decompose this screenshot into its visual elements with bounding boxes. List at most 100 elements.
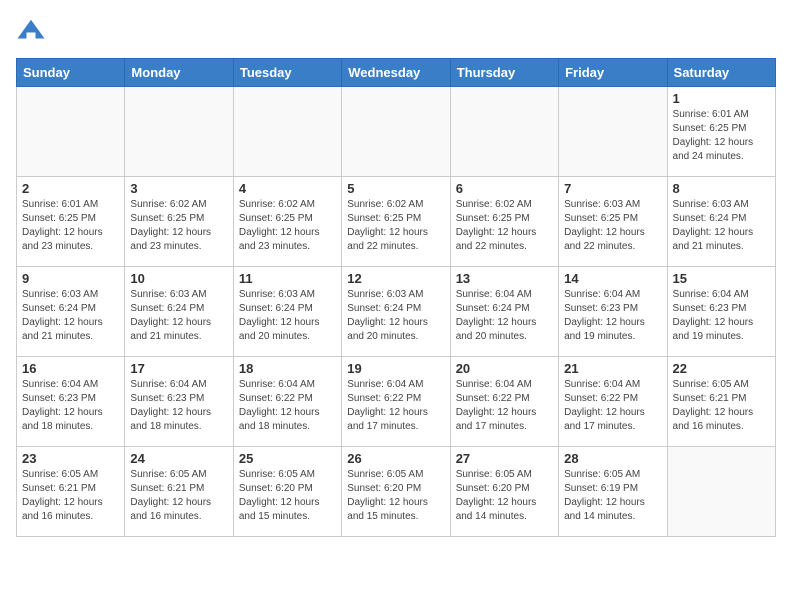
calendar-cell	[559, 87, 667, 177]
day-info: Sunrise: 6:04 AM Sunset: 6:23 PM Dayligh…	[673, 288, 770, 344]
day-info: Sunrise: 6:04 AM Sunset: 6:23 PM Dayligh…	[22, 378, 119, 434]
day-info: Sunrise: 6:03 AM Sunset: 6:24 PM Dayligh…	[22, 288, 119, 344]
calendar-cell: 9 Sunrise: 6:03 AM Sunset: 6:24 PM Daylig…	[17, 267, 125, 357]
calendar-header-friday: Friday	[559, 59, 667, 87]
calendar-cell	[233, 87, 341, 177]
day-number: 16	[22, 361, 119, 376]
day-info: Sunrise: 6:04 AM Sunset: 6:23 PM Dayligh…	[130, 378, 227, 434]
day-info: Sunrise: 6:05 AM Sunset: 6:21 PM Dayligh…	[673, 378, 770, 434]
calendar-header-tuesday: Tuesday	[233, 59, 341, 87]
day-info: Sunrise: 6:03 AM Sunset: 6:24 PM Dayligh…	[673, 198, 770, 254]
calendar-week-3: 9 Sunrise: 6:03 AM Sunset: 6:24 PM Daylig…	[17, 267, 776, 357]
day-info: Sunrise: 6:02 AM Sunset: 6:25 PM Dayligh…	[239, 198, 336, 254]
day-info: Sunrise: 6:04 AM Sunset: 6:22 PM Dayligh…	[564, 378, 661, 434]
calendar-cell: 20 Sunrise: 6:04 AM Sunset: 6:22 PM Dayli…	[450, 357, 558, 447]
logo	[16, 16, 50, 46]
day-number: 23	[22, 451, 119, 466]
day-number: 8	[673, 181, 770, 196]
calendar-header-sunday: Sunday	[17, 59, 125, 87]
calendar-cell	[450, 87, 558, 177]
day-number: 12	[347, 271, 444, 286]
calendar-cell: 23 Sunrise: 6:05 AM Sunset: 6:21 PM Dayli…	[17, 447, 125, 537]
day-info: Sunrise: 6:05 AM Sunset: 6:21 PM Dayligh…	[22, 468, 119, 524]
calendar-cell: 12 Sunrise: 6:03 AM Sunset: 6:24 PM Dayli…	[342, 267, 450, 357]
calendar-week-5: 23 Sunrise: 6:05 AM Sunset: 6:21 PM Dayli…	[17, 447, 776, 537]
day-number: 4	[239, 181, 336, 196]
calendar-cell: 22 Sunrise: 6:05 AM Sunset: 6:21 PM Dayli…	[667, 357, 775, 447]
calendar-header-saturday: Saturday	[667, 59, 775, 87]
page-header	[16, 16, 776, 46]
day-info: Sunrise: 6:05 AM Sunset: 6:21 PM Dayligh…	[130, 468, 227, 524]
logo-icon	[16, 16, 46, 46]
calendar: SundayMondayTuesdayWednesdayThursdayFrid…	[16, 58, 776, 537]
day-info: Sunrise: 6:05 AM Sunset: 6:19 PM Dayligh…	[564, 468, 661, 524]
day-number: 28	[564, 451, 661, 466]
calendar-cell: 21 Sunrise: 6:04 AM Sunset: 6:22 PM Dayli…	[559, 357, 667, 447]
calendar-cell: 25 Sunrise: 6:05 AM Sunset: 6:20 PM Dayli…	[233, 447, 341, 537]
day-info: Sunrise: 6:04 AM Sunset: 6:22 PM Dayligh…	[456, 378, 553, 434]
day-info: Sunrise: 6:04 AM Sunset: 6:23 PM Dayligh…	[564, 288, 661, 344]
day-info: Sunrise: 6:04 AM Sunset: 6:22 PM Dayligh…	[347, 378, 444, 434]
day-number: 10	[130, 271, 227, 286]
calendar-header-row: SundayMondayTuesdayWednesdayThursdayFrid…	[17, 59, 776, 87]
day-info: Sunrise: 6:04 AM Sunset: 6:22 PM Dayligh…	[239, 378, 336, 434]
calendar-cell: 8 Sunrise: 6:03 AM Sunset: 6:24 PM Daylig…	[667, 177, 775, 267]
day-info: Sunrise: 6:02 AM Sunset: 6:25 PM Dayligh…	[456, 198, 553, 254]
calendar-cell: 14 Sunrise: 6:04 AM Sunset: 6:23 PM Dayli…	[559, 267, 667, 357]
day-number: 14	[564, 271, 661, 286]
calendar-week-2: 2 Sunrise: 6:01 AM Sunset: 6:25 PM Daylig…	[17, 177, 776, 267]
calendar-cell: 11 Sunrise: 6:03 AM Sunset: 6:24 PM Dayli…	[233, 267, 341, 357]
day-number: 3	[130, 181, 227, 196]
calendar-cell: 28 Sunrise: 6:05 AM Sunset: 6:19 PM Dayli…	[559, 447, 667, 537]
day-number: 2	[22, 181, 119, 196]
day-number: 21	[564, 361, 661, 376]
calendar-cell	[342, 87, 450, 177]
calendar-cell: 3 Sunrise: 6:02 AM Sunset: 6:25 PM Daylig…	[125, 177, 233, 267]
day-info: Sunrise: 6:03 AM Sunset: 6:24 PM Dayligh…	[239, 288, 336, 344]
calendar-week-4: 16 Sunrise: 6:04 AM Sunset: 6:23 PM Dayli…	[17, 357, 776, 447]
calendar-cell: 5 Sunrise: 6:02 AM Sunset: 6:25 PM Daylig…	[342, 177, 450, 267]
calendar-cell: 13Sunrise: 6:04 AM Sunset: 6:24 PM Dayli…	[450, 267, 558, 357]
calendar-header-monday: Monday	[125, 59, 233, 87]
day-number: 19	[347, 361, 444, 376]
day-number: 15	[673, 271, 770, 286]
calendar-cell: 7 Sunrise: 6:03 AM Sunset: 6:25 PM Daylig…	[559, 177, 667, 267]
calendar-cell: 18Sunrise: 6:04 AM Sunset: 6:22 PM Dayli…	[233, 357, 341, 447]
day-number: 25	[239, 451, 336, 466]
calendar-cell: 15 Sunrise: 6:04 AM Sunset: 6:23 PM Dayli…	[667, 267, 775, 357]
calendar-cell: 26Sunrise: 6:05 AM Sunset: 6:20 PM Dayli…	[342, 447, 450, 537]
calendar-cell	[17, 87, 125, 177]
calendar-cell: 27 Sunrise: 6:05 AM Sunset: 6:20 PM Dayli…	[450, 447, 558, 537]
day-number: 1	[673, 91, 770, 106]
day-info: Sunrise: 6:03 AM Sunset: 6:25 PM Dayligh…	[564, 198, 661, 254]
calendar-cell	[667, 447, 775, 537]
day-number: 27	[456, 451, 553, 466]
day-info: Sunrise: 6:05 AM Sunset: 6:20 PM Dayligh…	[239, 468, 336, 524]
calendar-cell: 4 Sunrise: 6:02 AM Sunset: 6:25 PM Daylig…	[233, 177, 341, 267]
calendar-cell: 24 Sunrise: 6:05 AM Sunset: 6:21 PM Dayli…	[125, 447, 233, 537]
day-info: Sunrise: 6:05 AM Sunset: 6:20 PM Dayligh…	[456, 468, 553, 524]
day-number: 5	[347, 181, 444, 196]
day-info: Sunrise: 6:03 AM Sunset: 6:24 PM Dayligh…	[347, 288, 444, 344]
day-number: 24	[130, 451, 227, 466]
calendar-week-1: 1 Sunrise: 6:01 AM Sunset: 6:25 PM Daylig…	[17, 87, 776, 177]
day-number: 11	[239, 271, 336, 286]
calendar-cell: 17Sunrise: 6:04 AM Sunset: 6:23 PM Dayli…	[125, 357, 233, 447]
day-info: Sunrise: 6:03 AM Sunset: 6:24 PM Dayligh…	[130, 288, 227, 344]
day-info: Sunrise: 6:04 AM Sunset: 6:24 PM Dayligh…	[456, 288, 553, 344]
day-info: Sunrise: 6:02 AM Sunset: 6:25 PM Dayligh…	[347, 198, 444, 254]
day-number: 26	[347, 451, 444, 466]
day-info: Sunrise: 6:01 AM Sunset: 6:25 PM Dayligh…	[673, 108, 770, 164]
day-number: 22	[673, 361, 770, 376]
day-info: Sunrise: 6:01 AM Sunset: 6:25 PM Dayligh…	[22, 198, 119, 254]
day-number: 6	[456, 181, 553, 196]
day-number: 7	[564, 181, 661, 196]
calendar-cell: 16 Sunrise: 6:04 AM Sunset: 6:23 PM Dayli…	[17, 357, 125, 447]
calendar-cell: 1 Sunrise: 6:01 AM Sunset: 6:25 PM Daylig…	[667, 87, 775, 177]
day-number: 20	[456, 361, 553, 376]
day-number: 9	[22, 271, 119, 286]
calendar-cell: 10 Sunrise: 6:03 AM Sunset: 6:24 PM Dayli…	[125, 267, 233, 357]
day-info: Sunrise: 6:02 AM Sunset: 6:25 PM Dayligh…	[130, 198, 227, 254]
calendar-cell: 2 Sunrise: 6:01 AM Sunset: 6:25 PM Daylig…	[17, 177, 125, 267]
calendar-header-wednesday: Wednesday	[342, 59, 450, 87]
